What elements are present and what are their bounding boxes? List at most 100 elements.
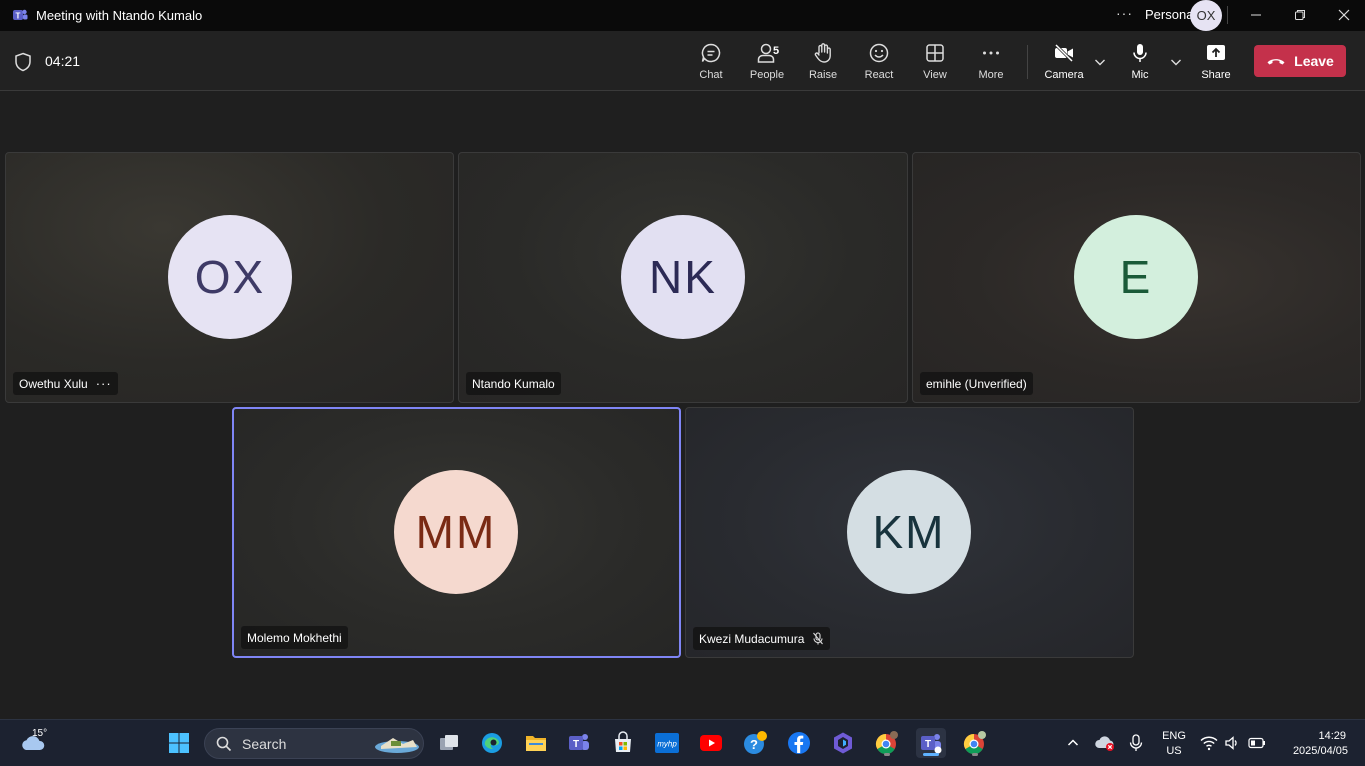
svg-text:T: T — [573, 739, 579, 750]
grid-view-icon — [926, 44, 944, 62]
taskbar-myhp[interactable]: myhp — [652, 728, 682, 758]
taskbar-youtube[interactable] — [696, 728, 726, 758]
minimize-icon — [1251, 14, 1261, 16]
participant-name: Molemo Mokhethi — [247, 630, 342, 645]
chat-button[interactable]: Chat — [683, 42, 739, 86]
toolbar-divider — [1027, 45, 1028, 79]
hand-icon — [814, 43, 831, 63]
taskbar-file-explorer[interactable] — [521, 728, 551, 758]
svg-text:T: T — [16, 11, 21, 20]
svg-text:myhp: myhp — [657, 740, 677, 749]
teams-app-icon: T — [13, 9, 28, 20]
taskbar-store[interactable] — [608, 728, 638, 758]
meeting-timer: 04:21 — [45, 53, 81, 69]
wifi-icon — [1200, 736, 1218, 751]
hang-up-icon — [1267, 59, 1285, 65]
leave-label: Leave — [1294, 53, 1334, 69]
myhp-icon: myhp — [655, 733, 679, 753]
teams-icon: T — [921, 734, 942, 754]
raise-label: Raise — [808, 69, 838, 81]
show-hidden-icons-button[interactable] — [1058, 728, 1088, 758]
restore-button[interactable] — [1289, 4, 1311, 26]
account-avatar[interactable]: OX — [1190, 0, 1222, 31]
participant-tile[interactable]: NK Ntando Kumalo — [458, 152, 908, 403]
microphone-tray[interactable] — [1121, 728, 1151, 758]
clock[interactable]: 14:29 2025/04/05 — [1278, 729, 1362, 759]
language-code: ENG — [1162, 730, 1186, 742]
window-title: Meeting with Ntando Kumalo — [36, 8, 203, 23]
taskbar-search[interactable]: Search — [204, 728, 424, 759]
view-button[interactable]: View — [907, 42, 963, 86]
minimize-button[interactable] — [1245, 4, 1267, 26]
svg-text:T: T — [925, 739, 931, 750]
window-titlebar: T Meeting with Ntando Kumalo ··· Persona… — [0, 0, 1365, 31]
participant-tile[interactable]: KM Kwezi Mudacumura — [685, 407, 1134, 658]
mic-label: Mic — [1131, 69, 1149, 81]
participant-avatar: NK — [621, 215, 745, 339]
camera-off-icon — [1054, 43, 1074, 63]
taskbar-edge[interactable] — [477, 728, 507, 758]
participant-more-button[interactable]: ··· — [96, 376, 112, 391]
participant-nametag: emihle (Unverified) — [920, 372, 1033, 395]
more-options-button[interactable]: ··· — [1116, 5, 1133, 21]
language-indicator[interactable]: ENG US — [1156, 729, 1192, 759]
participant-nametag: Kwezi Mudacumura — [693, 627, 831, 650]
participant-tile[interactable]: OX Owethu Xulu ··· — [5, 152, 454, 403]
more-label: More — [978, 69, 1004, 81]
participant-name: Ntando Kumalo — [472, 376, 555, 391]
mic-button[interactable]: Mic — [1112, 42, 1168, 86]
taskbar-chrome-profile-2[interactable] — [960, 728, 990, 758]
taskbar-chrome-profile-1[interactable] — [872, 728, 902, 758]
store-icon — [615, 731, 631, 752]
folder-icon — [526, 736, 546, 751]
youtube-icon — [700, 735, 722, 751]
people-count: 5 — [773, 45, 780, 57]
share-button[interactable]: Share — [1188, 42, 1244, 86]
search-icon — [216, 736, 232, 752]
leave-button[interactable]: Leave — [1254, 45, 1346, 77]
help-icon: ? — [744, 731, 767, 754]
weather-temperature: 15° — [32, 728, 48, 739]
participant-name: emihle (Unverified) — [926, 376, 1027, 391]
participant-name: Owethu Xulu — [19, 376, 88, 391]
windows-logo-icon — [169, 733, 189, 753]
microphone-icon — [1129, 734, 1143, 751]
volume-icon — [1225, 736, 1237, 750]
participant-avatar: MM — [394, 470, 518, 594]
battery-icon — [1248, 737, 1265, 749]
participant-nametag: Molemo Mokhethi — [241, 626, 348, 649]
onedrive-status[interactable] — [1090, 728, 1120, 758]
participant-tile-speaking[interactable]: MM Molemo Mokhethi — [232, 407, 681, 658]
taskbar-facebook[interactable] — [784, 728, 814, 758]
participant-tile[interactable]: E emihle (Unverified) — [912, 152, 1361, 403]
participant-nametag: Owethu Xulu ··· — [13, 372, 118, 395]
clock-time: 14:29 — [1318, 730, 1346, 742]
mic-muted-icon — [813, 632, 824, 645]
taskbar-teams-classic[interactable]: T — [564, 728, 594, 758]
meeting-toolbar: 04:21 Chat 5 People Raise React View Mor… — [0, 31, 1365, 91]
more-dots-icon — [983, 51, 999, 55]
taskbar-power-automate[interactable] — [828, 728, 858, 758]
participant-name: Kwezi Mudacumura — [699, 631, 805, 646]
task-view-button[interactable] — [434, 728, 464, 758]
close-button[interactable] — [1333, 4, 1355, 26]
search-label: Search — [242, 736, 287, 752]
active-indicator — [923, 753, 939, 756]
quick-settings[interactable] — [1198, 728, 1268, 758]
camera-button[interactable]: Camera — [1036, 42, 1092, 86]
chevron-down-icon[interactable] — [1093, 55, 1107, 69]
people-button[interactable]: 5 People — [739, 42, 795, 86]
restore-icon — [1295, 10, 1305, 20]
microphone-icon — [1133, 44, 1147, 62]
smiley-icon — [869, 43, 889, 63]
react-button[interactable]: React — [851, 42, 907, 86]
svg-text:?: ? — [750, 737, 758, 752]
account-label[interactable]: Personal — [1145, 7, 1196, 22]
start-button[interactable] — [164, 728, 194, 758]
taskbar-teams-active[interactable]: T — [916, 728, 946, 758]
shield-icon — [15, 52, 31, 72]
raise-hand-button[interactable]: Raise — [795, 42, 851, 86]
more-button[interactable]: More — [963, 42, 1019, 86]
taskbar-get-help[interactable]: ? — [740, 728, 770, 758]
chevron-down-icon[interactable] — [1169, 55, 1183, 69]
